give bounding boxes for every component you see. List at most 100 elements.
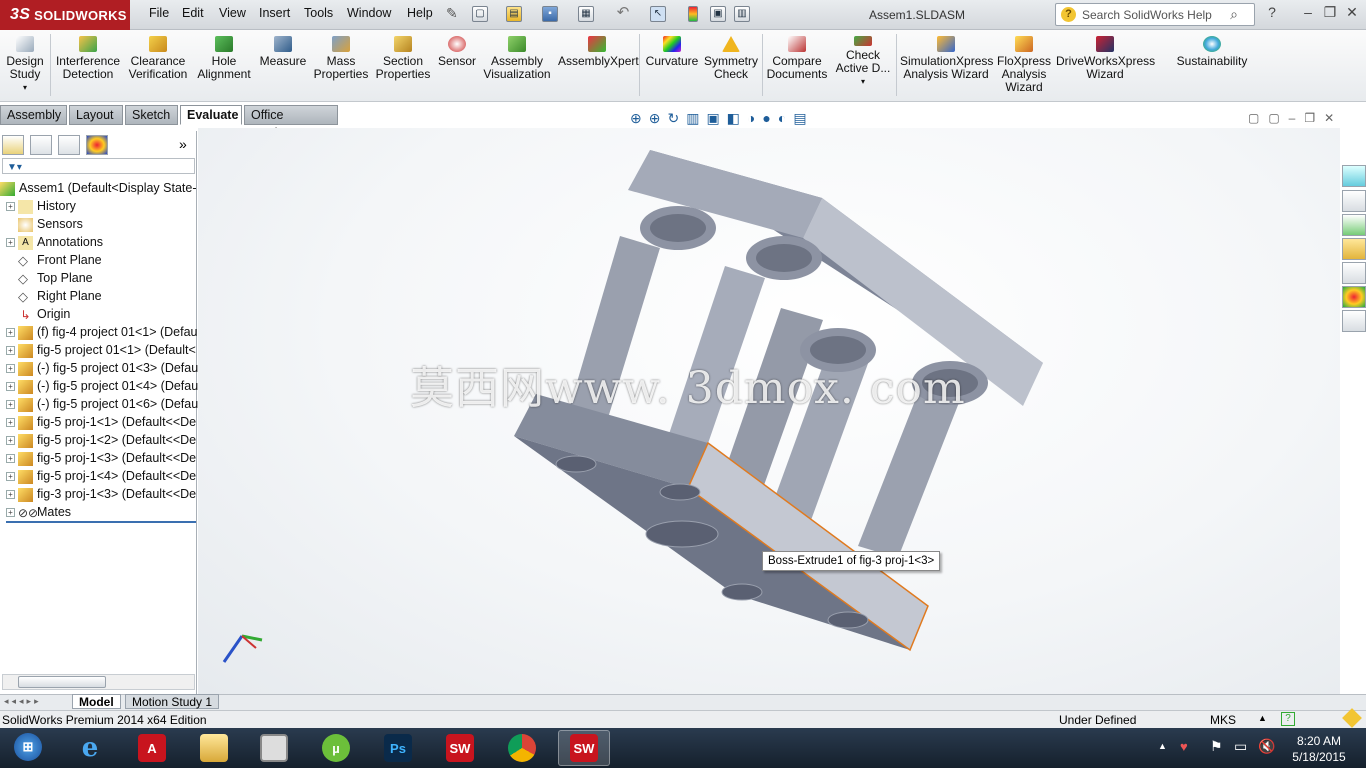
symmetry-check-button[interactable]: Symmetry Check	[704, 36, 758, 81]
tree-item-component[interactable]: + fig-5 proj-1<4> (Default<<De	[6, 467, 202, 485]
solidworks-logo[interactable]: 3S SOLIDWORKS	[0, 0, 130, 30]
print-icon[interactable]: ▦	[578, 6, 594, 22]
save-icon[interactable]: ▪	[542, 6, 558, 22]
volume-muted-icon[interactable]: 🔇	[1258, 738, 1275, 755]
taskbar-photoshop[interactable]: Ps	[372, 730, 424, 766]
expand-icon[interactable]: +	[6, 400, 15, 410]
tree-item-component[interactable]: + fig-5 proj-1<1> (Default<<De	[6, 413, 202, 431]
expand-icon[interactable]: +	[6, 490, 15, 500]
appearances-icon[interactable]	[1342, 286, 1366, 308]
zoom-to-fit-icon[interactable]: ⊕	[630, 110, 649, 126]
action-center-flag-icon[interactable]: ⚑	[1210, 738, 1223, 755]
menu-window[interactable]: Window	[347, 6, 391, 20]
design-study-button[interactable]: Design Study ▾	[4, 36, 46, 94]
tree-item-mates[interactable]: + ⊘⊘Mates	[6, 503, 196, 523]
expand-icon[interactable]: +	[6, 346, 15, 356]
expand-icon[interactable]: +	[6, 364, 15, 374]
tree-item-component[interactable]: + (-) fig-5 project 01<4> (Defau	[6, 377, 202, 395]
heads-up-view-toolbar[interactable]: ⊕⊕↻▥▣◧◑●◐▤	[630, 110, 814, 127]
tab-model[interactable]: Model	[72, 694, 121, 709]
home-icon[interactable]	[1342, 190, 1366, 212]
tab-scroll-arrows[interactable]: ◂◂◂▸▸	[4, 696, 42, 707]
taskbar-autocad[interactable]: A	[126, 730, 178, 766]
previous-view-icon[interactable]: ↻	[667, 110, 686, 126]
hole-alignment-button[interactable]: Hole Alignment	[194, 36, 254, 81]
tree-item-top-plane[interactable]: ◇ Top Plane	[18, 269, 214, 287]
tree-item-origin[interactable]: ↳ Origin	[18, 305, 214, 323]
section-properties-button[interactable]: Section Properties	[374, 36, 432, 81]
tree-root-assembly[interactable]: Assem1 (Default<Display State-1	[0, 179, 196, 197]
zoom-area-icon[interactable]: ⊕	[649, 110, 668, 126]
assembly-visualization-button[interactable]: Assembly Visualization	[482, 36, 552, 81]
taskbar-clock[interactable]: 8:20 AM 5/18/2015	[1284, 733, 1354, 765]
select-icon[interactable]: ↖	[650, 6, 666, 22]
tree-item-component[interactable]: + (-) fig-5 project 01<6> (Defau	[6, 395, 202, 413]
property-manager-tab-icon[interactable]	[30, 135, 52, 155]
scrollbar-thumb[interactable]	[18, 676, 106, 688]
taskbar-chrome[interactable]	[496, 730, 548, 766]
open-icon[interactable]: ▤	[506, 6, 522, 22]
hide-show-icon[interactable]: ◑	[747, 110, 762, 126]
tree-item-sensors[interactable]: Sensors	[18, 215, 214, 233]
search-icon[interactable]: ⌕	[1230, 6, 1238, 23]
tree-item-component[interactable]: + fig-5 proj-1<2> (Default<<De	[6, 431, 202, 449]
file-explorer-icon[interactable]	[1342, 238, 1366, 260]
display-style-icon[interactable]: ◧	[727, 110, 747, 126]
check-active-doc-button[interactable]: Check Active D... ▾	[832, 36, 894, 88]
scene-icon[interactable]: ◐	[778, 110, 793, 126]
taskbar-file-explorer[interactable]	[188, 730, 240, 766]
display-manager-tab-icon[interactable]	[86, 135, 108, 155]
taskbar-utorrent[interactable]: µ	[310, 730, 362, 766]
sensor-button[interactable]: Sensor	[436, 36, 478, 68]
search-help-input[interactable]: ? Search SolidWorks Help ⌕	[1055, 3, 1255, 26]
measure-button[interactable]: Measure	[258, 36, 308, 68]
expand-icon[interactable]: +	[6, 436, 15, 446]
assemblyxpert-button[interactable]: AssemblyXpert	[558, 36, 639, 68]
tree-item-component[interactable]: + (f) fig-4 project 01<1> (Defau	[6, 323, 202, 341]
expand-icon[interactable]: +	[6, 472, 15, 482]
tab-sketch[interactable]: Sketch	[125, 105, 178, 125]
design-library-icon[interactable]	[1342, 214, 1366, 236]
tree-item-front-plane[interactable]: ◇ Front Plane	[18, 251, 214, 269]
solidworks-resources-icon[interactable]	[1342, 165, 1366, 187]
menu-insert[interactable]: Insert	[259, 6, 290, 20]
tab-assembly[interactable]: Assembly	[0, 105, 67, 125]
section-view-icon[interactable]: ▥	[686, 110, 706, 126]
tree-item-history[interactable]: + History	[6, 197, 202, 215]
taskbar-app-window[interactable]	[248, 730, 300, 766]
tree-filter-input[interactable]: ▼▾	[2, 158, 195, 174]
tree-item-annotations[interactable]: + A Annotations	[6, 233, 202, 251]
expand-icon[interactable]: +	[6, 382, 15, 392]
custom-properties-icon[interactable]	[1342, 310, 1366, 332]
floxpress-button[interactable]: FloXpress Analysis Wizard	[996, 36, 1052, 94]
options-icon[interactable]: ▥	[734, 6, 750, 22]
menu-tools[interactable]: Tools	[304, 6, 333, 20]
expand-icon[interactable]: +	[6, 418, 15, 428]
view-settings-icon[interactable]: ▤	[793, 110, 813, 126]
rebuild-icon[interactable]	[688, 6, 698, 22]
tab-evaluate[interactable]: Evaluate	[180, 105, 242, 125]
start-button[interactable]: ⊞	[2, 729, 54, 765]
new-document-icon[interactable]: ▢	[472, 6, 488, 22]
tab-office-products[interactable]: Office Products	[244, 105, 338, 140]
chevron-up-icon[interactable]: ▲	[1258, 713, 1267, 723]
sustainability-button[interactable]: Sustainability	[1172, 36, 1252, 68]
view-palette-icon[interactable]	[1342, 262, 1366, 284]
tab-layout[interactable]: Layout	[69, 105, 123, 125]
file-properties-icon[interactable]: ▣	[710, 6, 726, 22]
pin-icon[interactable]: ✎	[446, 5, 458, 22]
restore-icon[interactable]: ❐	[1320, 4, 1340, 21]
compare-documents-button[interactable]: Compare Documents	[766, 36, 828, 81]
tree-item-component[interactable]: + fig-5 proj-1<3> (Default<<De	[6, 449, 202, 467]
expand-icon[interactable]: +	[6, 454, 15, 464]
minimize-icon[interactable]: –	[1298, 4, 1318, 20]
menu-edit[interactable]: Edit	[182, 6, 204, 20]
tree-item-component[interactable]: + (-) fig-5 project 01<3> (Defau	[6, 359, 202, 377]
help-icon[interactable]: ?	[1262, 4, 1282, 20]
view-orientation-icon[interactable]: ▣	[706, 110, 726, 126]
taskbar-internet-explorer[interactable]: e	[64, 730, 116, 766]
configuration-manager-tab-icon[interactable]	[58, 135, 80, 155]
expand-panel-icon[interactable]: »	[179, 136, 187, 152]
curvature-button[interactable]: Curvature	[644, 36, 700, 68]
security-tray-icon[interactable]: ♥	[1180, 739, 1188, 754]
